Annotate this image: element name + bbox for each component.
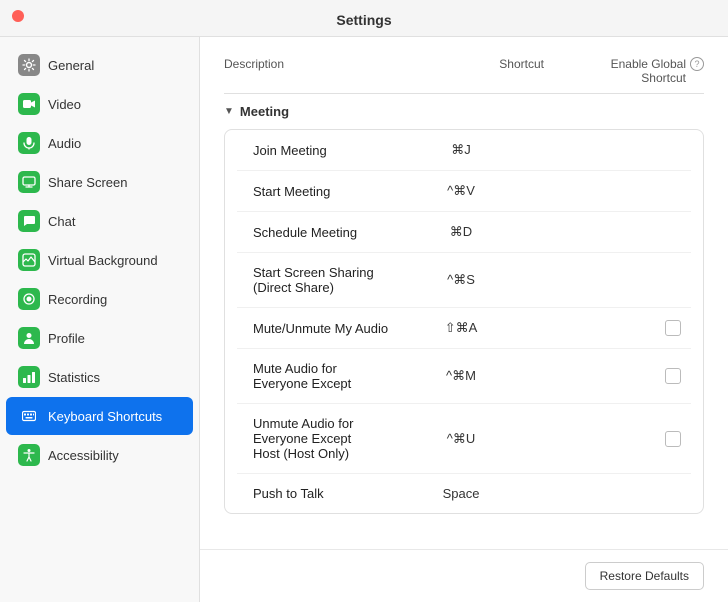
sidebar-item-virtual-background[interactable]: Virtual Background [6,241,193,279]
enable-global-checkbox-unmute-audio-everyone[interactable] [665,431,681,447]
table-row: Push to TalkSpace [237,474,691,513]
window-title: Settings [336,12,391,28]
chat-icon [18,210,40,232]
shortcut-desc-mute-audio-everyone: Mute Audio for Everyone Except [237,361,391,391]
sidebar-item-general[interactable]: General [6,46,193,84]
chevron-icon: ▼ [224,106,234,117]
shortcut-key-start-meeting: ^⌘V [391,183,531,199]
shortcut-key-mute-unmute: ⇧⌘A [391,320,531,336]
sidebar-item-share-screen[interactable]: Share Screen [6,163,193,201]
sidebar-item-video[interactable]: Video [6,85,193,123]
sidebar: General Video Audio Share Screen Chat Virtual… [0,37,200,602]
sidebar-label-profile: Profile [48,331,85,346]
shortcut-key-push-to-talk: Space [391,486,531,501]
footer-bar: Restore Defaults [200,549,728,602]
sidebar-item-audio[interactable]: Audio [6,124,193,162]
table-row: Schedule Meeting⌘D [237,212,691,253]
enable-global-checkbox-mute-unmute[interactable] [665,320,681,336]
shortcut-desc-start-meeting: Start Meeting [237,184,391,199]
accessibility-icon [18,444,40,466]
sidebar-label-virtual-background: Virtual Background [48,253,158,268]
enable-global-checkbox-mute-audio-everyone[interactable] [665,368,681,384]
shortcut-desc-mute-unmute: Mute/Unmute My Audio [237,321,391,336]
restore-defaults-button[interactable]: Restore Defaults [585,562,704,590]
section-label: Meeting [240,104,289,119]
main-container: General Video Audio Share Screen Chat Virtual… [0,36,728,602]
sidebar-item-keyboard-shortcuts[interactable]: Keyboard Shortcuts [6,397,193,435]
sidebar-label-keyboard-shortcuts: Keyboard Shortcuts [48,409,162,424]
table-row: Start Meeting^⌘V [237,171,691,212]
table-row: Mute/Unmute My Audio⇧⌘A [237,308,691,349]
close-button[interactable] [12,10,24,22]
shortcut-key-join-meeting: ⌘J [391,142,531,158]
shortcut-checkbox-wrap-mute-audio-everyone [531,368,691,384]
section-header-meeting[interactable]: ▼ Meeting [224,94,704,125]
table-row: Start Screen Sharing (Direct Share)^⌘S [237,253,691,308]
table-header: Description Shortcut Enable Global Short… [224,57,704,94]
shortcut-key-unmute-audio-everyone: ^⌘U [391,431,531,447]
sidebar-label-statistics: Statistics [48,370,100,385]
sidebar-label-video: Video [48,97,81,112]
table-row: Unmute Audio for Everyone Except Host (H… [237,404,691,474]
col-shortcut: Shortcut [404,57,544,85]
shortcuts-inner: Join Meeting⌘JStart Meeting^⌘VSchedule M… [225,130,703,513]
sidebar-label-share-screen: Share Screen [48,175,128,190]
share-screen-icon [18,171,40,193]
sidebar-item-chat[interactable]: Chat [6,202,193,240]
sidebar-item-profile[interactable]: Profile [6,319,193,357]
keyboard-shortcuts-icon [18,405,40,427]
title-bar: Settings [0,0,728,36]
shortcut-key-mute-audio-everyone: ^⌘M [391,368,531,384]
audio-icon [18,132,40,154]
table-row: Join Meeting⌘J [237,130,691,171]
shortcut-desc-push-to-talk: Push to Talk [237,486,391,501]
video-icon [18,93,40,115]
statistics-icon [18,366,40,388]
sidebar-label-audio: Audio [48,136,81,151]
table-row: Mute Audio for Everyone Except^⌘M [237,349,691,404]
sidebar-label-general: General [48,58,94,73]
sidebar-item-recording[interactable]: Recording [6,280,193,318]
sidebar-item-statistics[interactable]: Statistics [6,358,193,396]
shortcut-desc-unmute-audio-everyone: Unmute Audio for Everyone Except Host (H… [237,416,391,461]
shortcut-key-start-screen-sharing: ^⌘S [391,272,531,288]
col-enable-global: Enable Global Shortcut ? [544,57,704,85]
col-description: Description [224,57,404,85]
shortcut-checkbox-wrap-unmute-audio-everyone [531,431,691,447]
virtual-background-icon [18,249,40,271]
general-icon [18,54,40,76]
traffic-lights [12,9,24,27]
sidebar-label-chat: Chat [48,214,75,229]
sidebar-label-accessibility: Accessibility [48,448,119,463]
shortcut-desc-join-meeting: Join Meeting [237,143,391,158]
profile-icon [18,327,40,349]
help-icon[interactable]: ? [690,57,704,71]
shortcut-desc-schedule-meeting: Schedule Meeting [237,225,391,240]
shortcuts-table: Join Meeting⌘JStart Meeting^⌘VSchedule M… [224,129,704,514]
sidebar-label-recording: Recording [48,292,107,307]
recording-icon [18,288,40,310]
sidebar-item-accessibility[interactable]: Accessibility [6,436,193,474]
shortcut-desc-start-screen-sharing: Start Screen Sharing (Direct Share) [237,265,391,295]
shortcut-checkbox-wrap-mute-unmute [531,320,691,336]
content-area: Description Shortcut Enable Global Short… [200,37,728,549]
shortcut-key-schedule-meeting: ⌘D [391,224,531,240]
